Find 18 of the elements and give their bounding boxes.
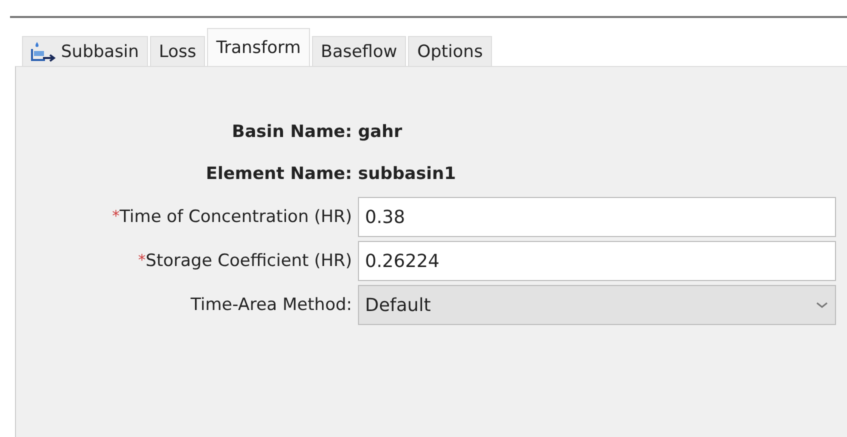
field-label: Time of Concentration (HR) [120,207,352,227]
tab[interactable]: Loss [150,36,206,66]
input-field[interactable]: 0.38 [358,197,836,237]
tab[interactable]: Transform [207,28,310,66]
dropdown[interactable]: Default [358,285,836,325]
info-label: Basin Name: [230,121,352,144]
input-field[interactable]: 0.26224 [358,241,836,281]
tab[interactable]: Subbasin [22,36,148,66]
tab[interactable]: Baseflow [312,36,406,66]
required-mark: * [138,251,146,269]
info-value: subbasin1 [358,163,457,186]
chevron-down-icon [815,300,829,310]
field-label: Storage Coefficient (HR) [146,251,352,271]
required-mark: * [112,207,120,225]
info-label: Element Name: [204,163,352,186]
info-value: gahr [358,121,404,144]
field-label: Time-Area Method: [190,295,352,315]
tab[interactable]: Options [408,36,492,66]
